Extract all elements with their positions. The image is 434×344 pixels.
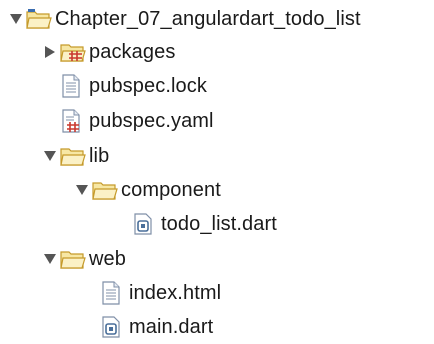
tree-item-label: pubspec.yaml: [89, 109, 214, 132]
folder-icon: [60, 247, 86, 271]
tree-item-label: web: [89, 247, 126, 270]
folder-icon: [92, 178, 118, 202]
yaml-file-icon: [60, 109, 86, 133]
packages-folder-icon: [60, 40, 86, 64]
tree-item-lib[interactable]: lib: [42, 139, 109, 173]
tree-item-label: lib: [89, 144, 110, 167]
tree-item-label: main.dart: [129, 315, 214, 338]
tree-item-label: component: [121, 178, 221, 201]
tree-item-web[interactable]: web: [42, 242, 126, 276]
tree-item-component[interactable]: component: [74, 173, 221, 207]
expanded-triangle-icon[interactable]: [42, 251, 58, 267]
tree-item-label: index.html: [129, 281, 222, 304]
tree-item-pubspec-yaml[interactable]: pubspec.yaml: [60, 104, 214, 138]
tree-item-label: packages: [89, 40, 176, 63]
tree-item-todo-list-dart[interactable]: todo_list.dart: [132, 207, 277, 241]
tree-item-label: todo_list.dart: [161, 212, 277, 235]
tree-item-index-html[interactable]: index.html: [100, 276, 221, 310]
tree-item-packages[interactable]: packages: [42, 35, 175, 69]
expanded-triangle-icon[interactable]: [8, 11, 24, 27]
dart-file-icon: [100, 315, 126, 339]
dart-file-icon: [132, 212, 158, 236]
collapsed-triangle-icon[interactable]: [42, 44, 58, 60]
tree-item-label: Chapter_07_angulardart_todo_list: [55, 7, 361, 30]
expanded-triangle-icon[interactable]: [74, 182, 90, 198]
folder-icon: [60, 144, 86, 168]
tree-item-root-project[interactable]: Chapter_07_angulardart_todo_list: [8, 2, 361, 36]
text-file-icon: [60, 74, 86, 98]
expanded-triangle-icon[interactable]: [42, 148, 58, 164]
project-explorer-tree: Chapter_07_angulardart_todo_list package…: [0, 0, 434, 339]
project-folder-icon: [26, 7, 52, 31]
tree-item-label: pubspec.lock: [89, 74, 207, 97]
tree-item-pubspec-lock[interactable]: pubspec.lock: [60, 69, 207, 103]
html-file-icon: [100, 281, 126, 305]
